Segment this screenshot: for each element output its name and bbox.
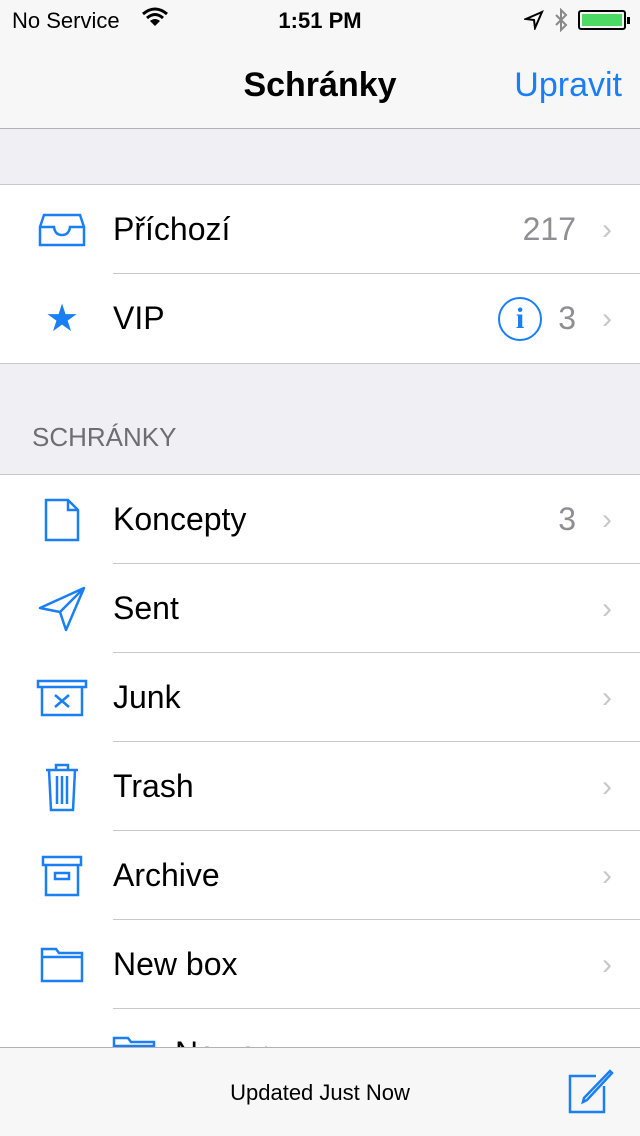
compose-icon[interactable] [568, 1068, 614, 1114]
mailbox-row-archive[interactable]: Archive › [0, 831, 640, 920]
unread-count: 3 [558, 501, 576, 537]
edit-button[interactable]: Upravit [514, 66, 622, 105]
mailbox-row-new-box[interactable]: New box › [0, 920, 640, 1009]
trash-icon [36, 761, 88, 813]
location-icon [524, 10, 544, 30]
mailbox-row-junk[interactable]: Junk › [0, 653, 640, 742]
chevron-right-icon: › [602, 680, 612, 714]
bluetooth-icon [555, 8, 568, 32]
mailbox-row-vip[interactable]: ★ VIP i 3 › [0, 274, 640, 363]
navigation-bar: Schránky Upravit [0, 40, 640, 129]
draft-icon [36, 494, 88, 546]
update-status: Updated Just Now [230, 1080, 410, 1105]
mailbox-row-inbox[interactable]: Příchozí 217 › [0, 185, 640, 274]
mailbox-label: Junk [113, 679, 181, 715]
mailbox-row-sent[interactable]: Sent › [0, 564, 640, 653]
unread-count: 217 [522, 211, 576, 247]
chevron-right-icon: › [602, 502, 612, 536]
chevron-right-icon: › [602, 591, 612, 625]
star-icon: ★ [44, 298, 80, 340]
folder-icon [36, 939, 88, 991]
section-header: SCHRÁNKY [32, 422, 177, 452]
mailboxes-group: Koncepty 3 › Sent › Junk › Trash › Archi… [0, 474, 640, 1048]
chevron-right-icon: › [602, 769, 612, 803]
mailbox-label: VIP [113, 300, 165, 336]
mailbox-label: Trash [113, 768, 194, 804]
inbox-icon [36, 204, 88, 256]
mailbox-label: Sent [113, 590, 179, 626]
chevron-right-icon: › [602, 212, 612, 246]
mailbox-label: Koncepty [113, 501, 247, 537]
mailbox-label: Příchozí [113, 211, 231, 247]
paper-plane-icon [36, 583, 88, 635]
chevron-right-icon: › [602, 858, 612, 892]
info-icon[interactable]: i [498, 296, 542, 341]
chevron-right-icon: › [602, 947, 612, 981]
archive-icon [36, 850, 88, 902]
mailbox-row-drafts[interactable]: Koncepty 3 › [0, 475, 640, 564]
mailbox-label: Archive [113, 857, 220, 893]
mailbox-label: New box [113, 946, 238, 982]
unread-count: 3 [558, 300, 576, 336]
folder-icon [108, 1028, 160, 1048]
status-bar: No Service 1:51 PM [0, 0, 640, 40]
battery-icon [578, 10, 630, 30]
junk-icon [36, 672, 88, 724]
bottom-toolbar: Updated Just Now [0, 1047, 640, 1136]
top-mailbox-group: Příchozí 217 › ★ VIP i 3 › [0, 184, 640, 364]
chevron-right-icon: › [602, 301, 612, 335]
mailbox-row-newer[interactable]: Newer › [0, 1009, 640, 1048]
mailbox-row-trash[interactable]: Trash › [0, 742, 640, 831]
